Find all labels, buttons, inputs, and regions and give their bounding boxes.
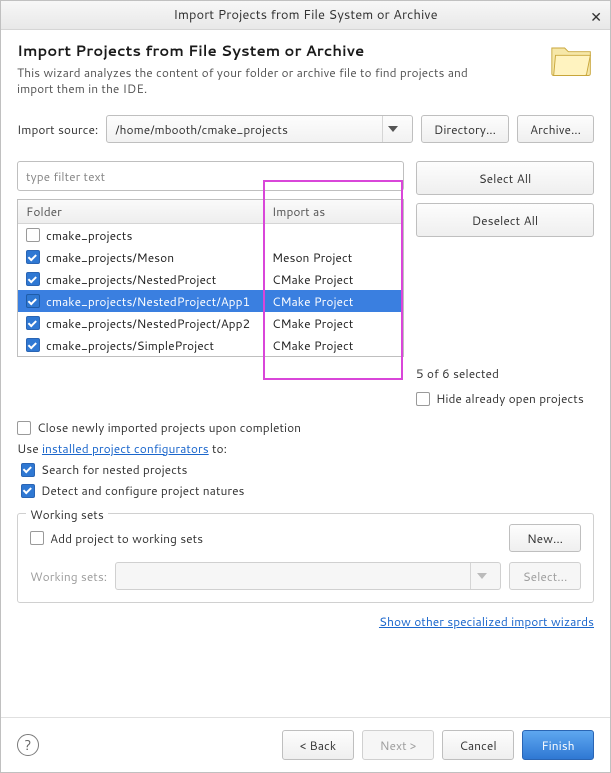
table-row[interactable]: cmake_projects	[18, 224, 403, 246]
import-source-label: Import source:	[17, 121, 98, 138]
table-row[interactable]: cmake_projects/NestedProject/App1 CMake P…	[18, 290, 403, 312]
deselect-all-button[interactable]: Deselect All	[416, 203, 594, 237]
row-import-as: CMake Project	[264, 315, 403, 332]
column-header-folder[interactable]: Folder	[18, 200, 264, 223]
row-folder-name: cmake_projects/Meson	[46, 249, 174, 266]
window-title: Import Projects from File System or Arch…	[173, 6, 437, 24]
projects-table: Folder Import as cmake_projects cmake_pro…	[17, 199, 404, 357]
row-checkbox[interactable]	[26, 272, 40, 286]
selection-status: 5 of 6 selected	[416, 365, 594, 382]
specialized-wizards-link[interactable]: Show other specialized import wizards	[379, 613, 594, 630]
row-checkbox[interactable]	[26, 294, 40, 308]
add-to-working-sets-checkbox[interactable]	[30, 531, 44, 545]
finish-button[interactable]: Finish	[522, 730, 594, 760]
filter-placeholder: type filter text	[26, 168, 105, 185]
row-import-as: Meson Project	[264, 249, 403, 266]
table-row[interactable]: cmake_projects/NestedProject CMake Projec…	[18, 268, 403, 290]
column-header-import-as[interactable]: Import as	[264, 200, 403, 223]
search-nested-label: Search for nested projects	[41, 461, 188, 478]
next-button: Next >	[362, 730, 434, 760]
titlebar: Import Projects from File System or Arch…	[1, 1, 610, 30]
row-folder-name: cmake_projects/SimpleProject	[46, 337, 214, 354]
import-source-combo[interactable]: /home/mbooth/cmake_projects	[106, 115, 413, 143]
row-import-as: CMake Project	[264, 271, 403, 288]
chevron-down-icon[interactable]	[382, 116, 404, 142]
chevron-down-icon	[470, 563, 492, 589]
table-row[interactable]: cmake_projects/SimpleProject CMake Projec…	[18, 334, 403, 356]
row-import-as: CMake Project	[264, 293, 403, 310]
working-sets-legend: Working sets	[26, 506, 108, 523]
table-row[interactable]: cmake_projects/Meson Meson Project	[18, 246, 403, 268]
close-after-import-label: Close newly imported projects upon compl…	[37, 419, 301, 436]
row-import-as: CMake Project	[264, 337, 403, 354]
row-folder-name: cmake_projects	[46, 227, 132, 244]
page-title: Import Projects from File System or Arch…	[17, 40, 542, 61]
hide-open-projects-label: Hide already open projects	[436, 390, 584, 407]
row-checkbox[interactable]	[26, 250, 40, 264]
use-text-prefix: Use	[17, 440, 42, 457]
filter-input[interactable]: type filter text	[17, 161, 404, 191]
row-folder-name: cmake_projects/NestedProject	[46, 271, 216, 288]
directory-button[interactable]: Directory...	[421, 115, 509, 143]
import-source-value: /home/mbooth/cmake_projects	[115, 121, 288, 138]
detect-natures-label: Detect and configure project natures	[41, 482, 245, 499]
folder-icon	[550, 40, 594, 78]
use-text-suffix: to:	[209, 440, 227, 457]
table-row[interactable]: cmake_projects/NestedProject/App2 CMake P…	[18, 312, 403, 334]
dialog-footer: ? < Back Next > Cancel Finish	[1, 717, 610, 772]
select-all-button[interactable]: Select All	[416, 161, 594, 195]
configurators-link[interactable]: installed project configurators	[42, 440, 209, 457]
back-button[interactable]: < Back	[282, 730, 354, 760]
page-description: This wizard analyzes the content of your…	[17, 65, 487, 97]
archive-button[interactable]: Archive...	[517, 115, 594, 143]
detect-natures-checkbox[interactable]	[21, 484, 35, 498]
select-working-sets-button: Select...	[509, 562, 581, 590]
working-sets-combo-label: Working sets:	[30, 568, 107, 585]
search-nested-checkbox[interactable]	[21, 463, 35, 477]
new-working-set-button[interactable]: New...	[509, 524, 581, 552]
close-icon[interactable]: ✕	[590, 7, 602, 27]
hide-open-projects-checkbox[interactable]	[416, 392, 430, 406]
row-folder-name: cmake_projects/NestedProject/App1	[46, 293, 250, 310]
dialog-window: Import Projects from File System or Arch…	[0, 0, 611, 773]
working-sets-combo	[115, 562, 501, 590]
row-checkbox[interactable]	[26, 338, 40, 352]
close-after-import-checkbox[interactable]	[17, 421, 31, 435]
add-to-working-sets-label: Add project to working sets	[50, 530, 203, 547]
row-checkbox[interactable]	[26, 228, 40, 242]
row-checkbox[interactable]	[26, 316, 40, 330]
row-folder-name: cmake_projects/NestedProject/App2	[46, 315, 250, 332]
cancel-button[interactable]: Cancel	[442, 730, 514, 760]
working-sets-group: Working sets Add project to working sets…	[17, 513, 594, 603]
header-pane: Import Projects from File System or Arch…	[1, 30, 610, 107]
help-icon[interactable]: ?	[17, 734, 39, 756]
